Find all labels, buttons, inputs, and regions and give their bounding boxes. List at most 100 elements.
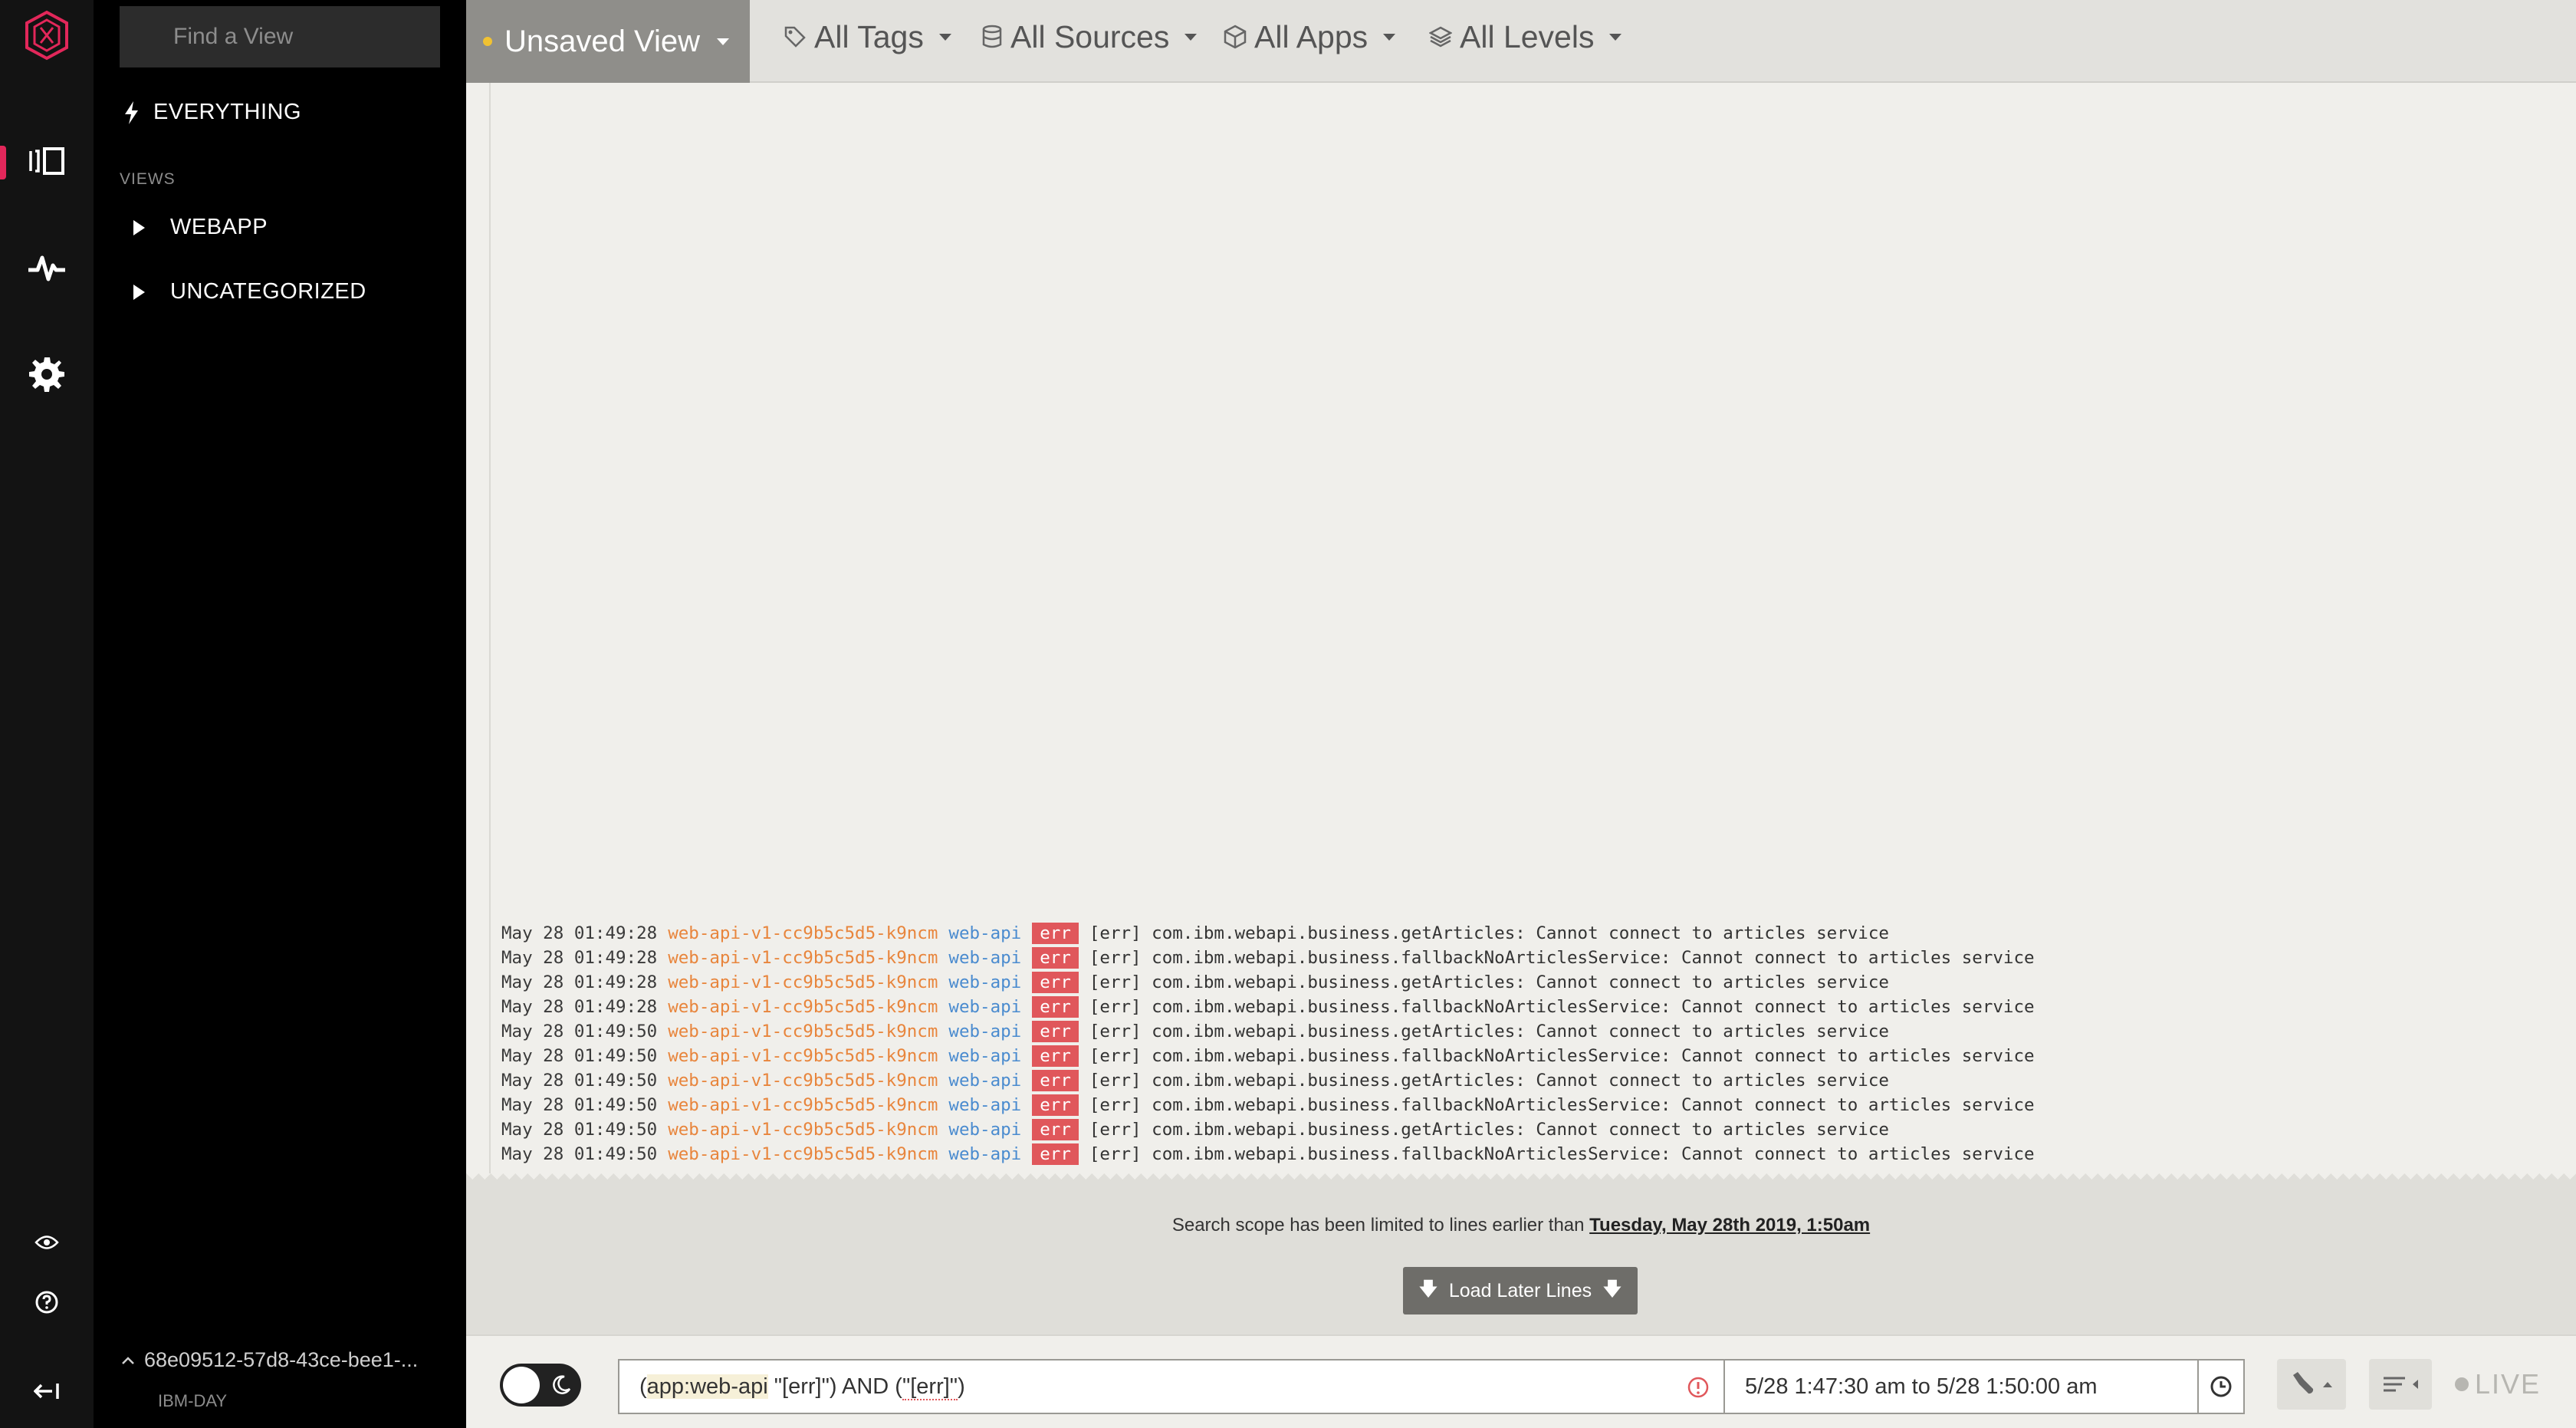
log-line[interactable]: May 28 01:49:28 web-api-v1-cc9b5c5d5-k9nc… (501, 946, 2035, 970)
time-picker-button[interactable] (2199, 1359, 2245, 1414)
tags-filter[interactable]: All Tags (784, 14, 951, 60)
log-host[interactable]: web-api-v1-cc9b5c5d5-k9ncm (668, 1068, 938, 1093)
torn-edge (466, 1173, 2576, 1186)
live-toggle[interactable]: LIVE (2455, 1368, 2541, 1400)
collapse-icon[interactable] (0, 1367, 94, 1416)
settings-icon[interactable] (0, 350, 94, 399)
log-host[interactable]: web-api-v1-cc9b5c5d5-k9ncm (668, 1044, 938, 1068)
sources-filter[interactable]: All Sources (981, 14, 1198, 60)
log-level-badge: err (1032, 923, 1079, 944)
log-message: [err] com.ibm.webapi.business.fallbackNo… (1089, 1046, 2035, 1066)
lightning-icon (123, 100, 140, 125)
moon-icon (550, 1374, 572, 1400)
log-host[interactable]: web-api-v1-cc9b5c5d5-k9ncm (668, 1142, 938, 1166)
query-app-token: app:web-api (646, 1374, 768, 1399)
log-app[interactable]: web-api (948, 995, 1021, 1019)
log-message: [err] com.ibm.webapi.business.fallbackNo… (1089, 1144, 2035, 1164)
log-line[interactable]: May 28 01:49:50 web-api-v1-cc9b5c5d5-k9nc… (501, 1044, 2035, 1068)
log-app[interactable]: web-api (948, 1093, 1021, 1117)
expand-icon (132, 284, 146, 301)
log-line[interactable]: May 28 01:49:50 web-api-v1-cc9b5c5d5-k9nc… (501, 1117, 2035, 1142)
log-line[interactable]: May 28 01:49:28 web-api-v1-cc9b5c5d5-k9nc… (501, 970, 2035, 995)
levels-filter[interactable]: All Levels (1429, 14, 1622, 60)
view-selector[interactable]: Unsaved View (466, 0, 750, 83)
log-level-badge: err (1032, 1045, 1079, 1067)
log-app[interactable]: web-api (948, 946, 1021, 970)
views-icon[interactable] (0, 137, 94, 186)
log-lines: May 28 01:49:28 web-api-v1-cc9b5c5d5-k9nc… (501, 921, 2035, 1166)
load-later-lines-button[interactable]: 🡇 Load Later Lines 🡇 (1403, 1267, 1638, 1314)
lines-icon (2382, 1375, 2407, 1393)
log-message: [err] com.ibm.webapi.business.getArticle… (1089, 923, 1889, 943)
query-part: ) (958, 1374, 965, 1399)
chevron-down-icon (938, 33, 951, 41)
find-view-placeholder: Find a View (173, 24, 294, 49)
category-label: WEBAPP (170, 215, 268, 239)
find-view-input[interactable]: Find a View (120, 6, 440, 67)
log-level-badge: err (1032, 1119, 1079, 1140)
log-host[interactable]: web-api-v1-cc9b5c5d5-k9ncm (668, 1117, 938, 1142)
log-app[interactable]: web-api (948, 1044, 1021, 1068)
log-app[interactable]: web-api (948, 1117, 1021, 1142)
time-range-input[interactable]: 5/28 1:47:30 am to 5/28 1:50:00 am (1723, 1359, 2199, 1414)
log-line[interactable]: May 28 01:49:28 web-api-v1-cc9b5c5d5-k9nc… (501, 995, 2035, 1019)
help-icon[interactable] (0, 1278, 94, 1327)
query-warning-icon[interactable] (1687, 1376, 1710, 1405)
chevron-down-icon (1383, 33, 1396, 41)
log-message: [err] com.ibm.webapi.business.fallbackNo… (1089, 948, 2035, 968)
log-message: [err] com.ibm.webapi.business.getArticle… (1089, 1071, 1889, 1091)
log-line[interactable]: May 28 01:49:50 web-api-v1-cc9b5c5d5-k9nc… (501, 1142, 2035, 1166)
search-query-input[interactable]: (app:web-api "[err]") AND ("[err]") (618, 1359, 1723, 1414)
log-app[interactable]: web-api (948, 1142, 1021, 1166)
log-line[interactable]: May 28 01:49:50 web-api-v1-cc9b5c5d5-k9nc… (501, 1019, 2035, 1044)
graphs-icon[interactable] (0, 244, 94, 293)
tag-icon (784, 25, 807, 48)
unsaved-dot (483, 37, 492, 46)
category-label: UNCATEGORIZED (170, 279, 366, 304)
log-line[interactable]: May 28 01:49:50 web-api-v1-cc9b5c5d5-k9nc… (501, 1068, 2035, 1093)
scope-date-link[interactable]: Tuesday, May 28th 2019, 1:50am (1589, 1215, 1870, 1236)
theme-toggle[interactable] (500, 1364, 581, 1407)
eye-icon[interactable] (0, 1218, 94, 1267)
category-webapp[interactable]: WEBAPP (132, 215, 268, 240)
log-level-badge: err (1032, 1143, 1079, 1165)
category-uncategorized[interactable]: UNCATEGORIZED (132, 279, 366, 304)
log-timestamp: May 28 01:49:28 (501, 997, 658, 1017)
log-host[interactable]: web-api-v1-cc9b5c5d5-k9ncm (668, 946, 938, 970)
apps-filter-label: All Apps (1254, 18, 1368, 54)
org-name: IBM-DAY (158, 1391, 228, 1410)
log-viewer[interactable]: May 28 01:49:28 web-api-v1-cc9b5c5d5-k9nc… (466, 83, 2576, 1180)
log-level-badge: err (1032, 1094, 1079, 1116)
logo-icon[interactable] (23, 9, 71, 61)
org-switcher[interactable]: 68e09512-57d8-43ce-bee1-... (121, 1348, 418, 1372)
log-line[interactable]: May 28 01:49:28 web-api-v1-cc9b5c5d5-k9nc… (501, 921, 2035, 946)
apps-filter[interactable]: All Apps (1224, 14, 1396, 60)
chevron-left-icon (2411, 1379, 2419, 1390)
tools-button[interactable] (2277, 1359, 2346, 1410)
log-app[interactable]: web-api (948, 1068, 1021, 1093)
chevron-down-icon (1184, 33, 1198, 41)
log-timestamp: May 28 01:49:50 (501, 1046, 658, 1066)
log-app[interactable]: web-api (948, 1019, 1021, 1044)
database-icon (981, 25, 1003, 49)
log-host[interactable]: web-api-v1-cc9b5c5d5-k9ncm (668, 1093, 938, 1117)
scope-text: Search scope has been limited to lines e… (466, 1215, 2576, 1236)
load-later-lines-label: Load Later Lines (1448, 1279, 1592, 1301)
log-host[interactable]: web-api-v1-cc9b5c5d5-k9ncm (668, 995, 938, 1019)
log-timestamp: May 28 01:49:50 (501, 1022, 658, 1041)
everything-view[interactable]: EVERYTHING (123, 100, 301, 125)
log-host[interactable]: web-api-v1-cc9b5c5d5-k9ncm (668, 970, 938, 995)
log-message: [err] com.ibm.webapi.business.fallbackNo… (1089, 997, 2035, 1017)
log-message: [err] com.ibm.webapi.business.getArticle… (1089, 1022, 1889, 1041)
log-line[interactable]: May 28 01:49:50 web-api-v1-cc9b5c5d5-k9nc… (501, 1093, 2035, 1117)
log-timestamp: May 28 01:49:50 (501, 1071, 658, 1091)
filter-bar: Unsaved View All Tags All Sources All Ap… (466, 0, 2576, 83)
log-app[interactable]: web-api (948, 970, 1021, 995)
arrow-down-icon: 🡇 (1602, 1278, 1622, 1300)
sources-filter-label: All Sources (1010, 18, 1170, 54)
log-app[interactable]: web-api (948, 921, 1021, 946)
log-host[interactable]: web-api-v1-cc9b5c5d5-k9ncm (668, 921, 938, 946)
log-host[interactable]: web-api-v1-cc9b5c5d5-k9ncm (668, 1019, 938, 1044)
log-gutter-line (489, 83, 491, 1180)
line-format-button[interactable] (2369, 1359, 2432, 1410)
